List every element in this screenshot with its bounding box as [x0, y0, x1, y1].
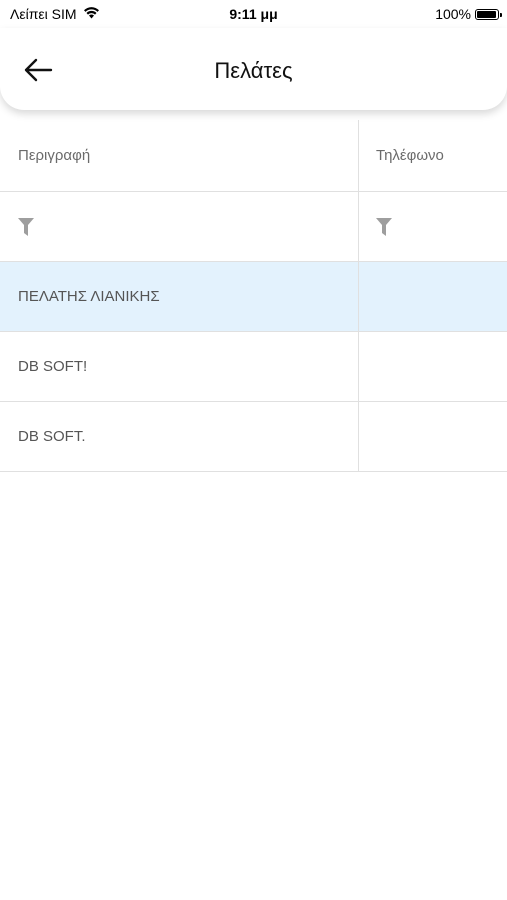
battery-percent: 100% [435, 6, 471, 22]
cell-description: DB SOFT. [0, 402, 359, 471]
filter-icon[interactable] [18, 217, 34, 236]
cell-phone [359, 262, 507, 331]
table-row[interactable]: DB SOFT. [0, 402, 507, 472]
battery-level [477, 10, 496, 18]
filter-cell-phone[interactable] [359, 192, 507, 261]
filter-row [0, 192, 507, 262]
filter-icon[interactable] [376, 217, 392, 236]
cell-phone [359, 402, 507, 471]
status-right: 100% [435, 6, 502, 22]
table-row[interactable]: DB SOFT! [0, 332, 507, 402]
column-header-description[interactable]: Περιγραφή [0, 120, 359, 191]
column-header-phone[interactable]: Τηλέφωνο [359, 120, 507, 191]
app-header: Πελάτες [0, 28, 507, 110]
column-header-row: Περιγραφή Τηλέφωνο [0, 120, 507, 192]
cell-description: DB SOFT! [0, 332, 359, 401]
page-title: Πελάτες [214, 58, 293, 83]
column-header-label: Περιγραφή [18, 147, 91, 164]
cell-description: ΠΕΛΑΤΗΣ ΛΙΑΝΙΚΗΣ [0, 262, 359, 331]
table-row[interactable]: ΠΕΛΑΤΗΣ ΛΙΑΝΙΚΗΣ [0, 262, 507, 332]
customers-grid: Περιγραφή Τηλέφωνο ΠΕΛΑΤΗΣ ΛΙΑΝΙΚΗΣ DB S [0, 120, 507, 472]
status-bar: Λείπει SIM 9:11 μμ 100% [0, 0, 507, 28]
column-header-label: Τηλέφωνο [376, 147, 444, 164]
filter-cell-description[interactable] [0, 192, 359, 261]
status-time: 9:11 μμ [229, 6, 278, 22]
battery-icon [475, 8, 502, 20]
cell-phone [359, 332, 507, 401]
